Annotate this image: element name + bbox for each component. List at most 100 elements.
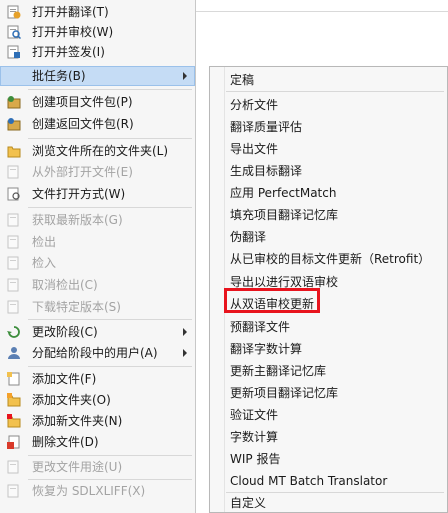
add-new-folder-icon xyxy=(7,414,21,428)
menu-item-get-latest[interactable]: 获取最新版本(G) xyxy=(0,210,195,230)
download-version-icon xyxy=(7,300,19,314)
context-menu: 打开并翻译(T) 打开并审校(W) 打开并签发(I) 批任务(B) 创建项目文件… xyxy=(0,0,196,513)
menu-item-label: 浏览文件所在的文件夹(L) xyxy=(32,144,169,158)
submenu-item-label: 翻译质量评估 xyxy=(230,120,303,134)
submenu-item-label: 填充项目翻译记忆库 xyxy=(230,208,339,222)
menu-separator xyxy=(28,138,192,139)
menu-item-add-new-folder[interactable]: 添加新文件夹(N) xyxy=(0,411,195,431)
submenu-item-word-count[interactable]: 字数计算 xyxy=(210,427,447,447)
submenu-item-update-project-tm[interactable]: 更新项目翻译记忆库 xyxy=(210,383,447,403)
menu-separator xyxy=(28,455,192,456)
submenu-item-pretranslate-files[interactable]: 预翻译文件 xyxy=(210,317,447,337)
menu-item-label: 分配给阶段中的用户(A) xyxy=(32,346,158,360)
menu-item-label: 更改文件用途(U) xyxy=(32,460,123,474)
menu-item-label: 添加文件夹(O) xyxy=(32,393,111,407)
menu-item-label: 打开并翻译(T) xyxy=(32,5,109,19)
menu-item-change-usage[interactable]: 更改文件用途(U) xyxy=(0,457,195,477)
menu-item-label: 从外部打开文件(E) xyxy=(32,165,133,179)
submenu-item-verify-files[interactable]: 验证文件 xyxy=(210,405,447,425)
submenu-item-label: 更新主翻译记忆库 xyxy=(230,364,327,378)
add-file-icon xyxy=(7,372,20,386)
menu-item-delete-file[interactable]: 删除文件(D) xyxy=(0,432,195,452)
submenu-item-export-files[interactable]: 导出文件 xyxy=(210,139,447,159)
signoff-document-icon xyxy=(7,45,20,59)
menu-item-label: 删除文件(D) xyxy=(32,435,99,449)
menu-item-open-signoff[interactable]: 打开并签发(I) xyxy=(0,42,195,62)
menu-item-open-with[interactable]: 文件打开方式(W) xyxy=(0,184,195,204)
menu-item-create-return-package[interactable]: 创建返回文件包(R) xyxy=(0,114,195,134)
menu-separator xyxy=(28,319,192,320)
menu-item-check-in[interactable]: 检入 xyxy=(0,253,195,273)
menu-item-label: 下载特定版本(S) xyxy=(32,300,121,314)
menu-item-undo-check-out[interactable]: 取消检出(C) xyxy=(0,275,195,295)
submenu-item-custom[interactable]: 自定义 xyxy=(210,493,447,513)
submenu-item-label: 定稿 xyxy=(230,73,255,87)
background-divider xyxy=(196,11,448,12)
menu-item-open-external[interactable]: 从外部打开文件(E) xyxy=(0,162,195,182)
menu-item-add-folder[interactable]: 添加文件夹(O) xyxy=(0,390,195,410)
submenu-arrow-icon xyxy=(183,72,187,80)
submenu-item-label: 更新项目翻译记忆库 xyxy=(230,386,339,400)
submenu-item-apply-perfectmatch[interactable]: 应用 PerfectMatch xyxy=(210,183,447,203)
menu-item-download-version[interactable]: 下载特定版本(S) xyxy=(0,297,195,317)
submenu-item-generate-target[interactable]: 生成目标翻译 xyxy=(210,161,447,181)
menu-item-label: 创建项目文件包(P) xyxy=(32,95,133,109)
create-project-package-icon xyxy=(7,96,21,109)
menu-item-browse-folder[interactable]: 浏览文件所在的文件夹(L) xyxy=(0,141,195,161)
submenu-item-retrofit[interactable]: 从已审校的目标文件更新（Retrofit） xyxy=(210,249,447,269)
submenu-item-update-main-tm[interactable]: 更新主翻译记忆库 xyxy=(210,361,447,381)
submenu-item-pseudo-translate[interactable]: 伪翻译 xyxy=(210,227,447,247)
submenu-item-wip-report[interactable]: WIP 报告 xyxy=(210,449,447,469)
menu-item-label: 添加新文件夹(N) xyxy=(32,414,123,428)
menu-item-assign-user[interactable]: 分配给阶段中的用户(A) xyxy=(0,343,195,363)
get-latest-icon xyxy=(7,213,19,227)
menu-item-create-project-package[interactable]: 创建项目文件包(P) xyxy=(0,92,195,112)
menu-item-label: 获取最新版本(G) xyxy=(32,213,123,227)
menu-item-label: 取消检出(C) xyxy=(32,278,98,292)
submenu-item-label: 验证文件 xyxy=(230,408,279,422)
submenu-item-label: 应用 PerfectMatch xyxy=(230,186,337,200)
menu-item-label: 检入 xyxy=(32,256,57,270)
menu-item-open-review[interactable]: 打开并审校(W) xyxy=(0,22,195,42)
menu-separator xyxy=(28,89,192,90)
menu-item-add-file[interactable]: 添加文件(F) xyxy=(0,369,195,389)
menu-item-label: 恢复为 SDLXLIFF(X) xyxy=(32,484,146,498)
submenu-item-finalize[interactable]: 定稿 xyxy=(210,70,447,90)
submenu-item-label: 伪翻译 xyxy=(230,230,267,244)
submenu-item-label: 预翻译文件 xyxy=(230,320,291,334)
submenu-item-cloud-mt-batch[interactable]: Cloud MT Batch Translator xyxy=(210,471,447,491)
menu-item-label: 打开并签发(I) xyxy=(32,45,105,59)
submenu-arrow-icon xyxy=(183,349,187,357)
submenu-item-analyze-files[interactable]: 分析文件 xyxy=(210,95,447,115)
submenu-item-label: Cloud MT Batch Translator xyxy=(230,474,388,488)
menu-item-label: 更改阶段(C) xyxy=(32,325,98,339)
submenu-item-populate-project-tm[interactable]: 填充项目翻译记忆库 xyxy=(210,205,447,225)
change-usage-icon xyxy=(7,460,19,474)
menu-item-batch-tasks[interactable]: 批任务(B) xyxy=(0,66,195,86)
revert-sdlxliff-icon xyxy=(7,484,19,498)
menu-item-change-phase[interactable]: 更改阶段(C) xyxy=(0,322,195,342)
open-with-icon xyxy=(7,187,20,201)
translate-document-icon xyxy=(7,5,21,19)
submenu-separator xyxy=(226,91,444,92)
submenu-item-label: WIP 报告 xyxy=(230,452,281,466)
submenu-item-translation-count[interactable]: 翻译字数计算 xyxy=(210,339,447,359)
submenu-item-translation-quality[interactable]: 翻译质量评估 xyxy=(210,117,447,137)
menu-item-label: 添加文件(F) xyxy=(32,372,97,386)
open-external-icon xyxy=(7,165,19,179)
review-document-icon xyxy=(7,25,21,39)
submenu-item-label: 翻译字数计算 xyxy=(230,342,303,356)
check-out-icon xyxy=(7,235,19,249)
menu-item-revert-sdlxliff[interactable]: 恢复为 SDLXLIFF(X) xyxy=(0,481,195,501)
submenu-item-label: 导出以进行双语审校 xyxy=(230,275,339,289)
submenu-item-label: 分析文件 xyxy=(230,98,279,112)
submenu-item-label: 导出文件 xyxy=(230,142,279,156)
menu-item-label: 打开并审校(W) xyxy=(32,25,114,39)
submenu-item-label: 自定义 xyxy=(230,496,267,510)
menu-item-label: 检出 xyxy=(32,235,57,249)
folder-open-icon xyxy=(7,146,21,158)
menu-separator xyxy=(28,366,192,367)
menu-item-open-translate[interactable]: 打开并翻译(T) xyxy=(0,2,195,22)
menu-item-check-out[interactable]: 检出 xyxy=(0,232,195,252)
menu-separator xyxy=(28,207,192,208)
